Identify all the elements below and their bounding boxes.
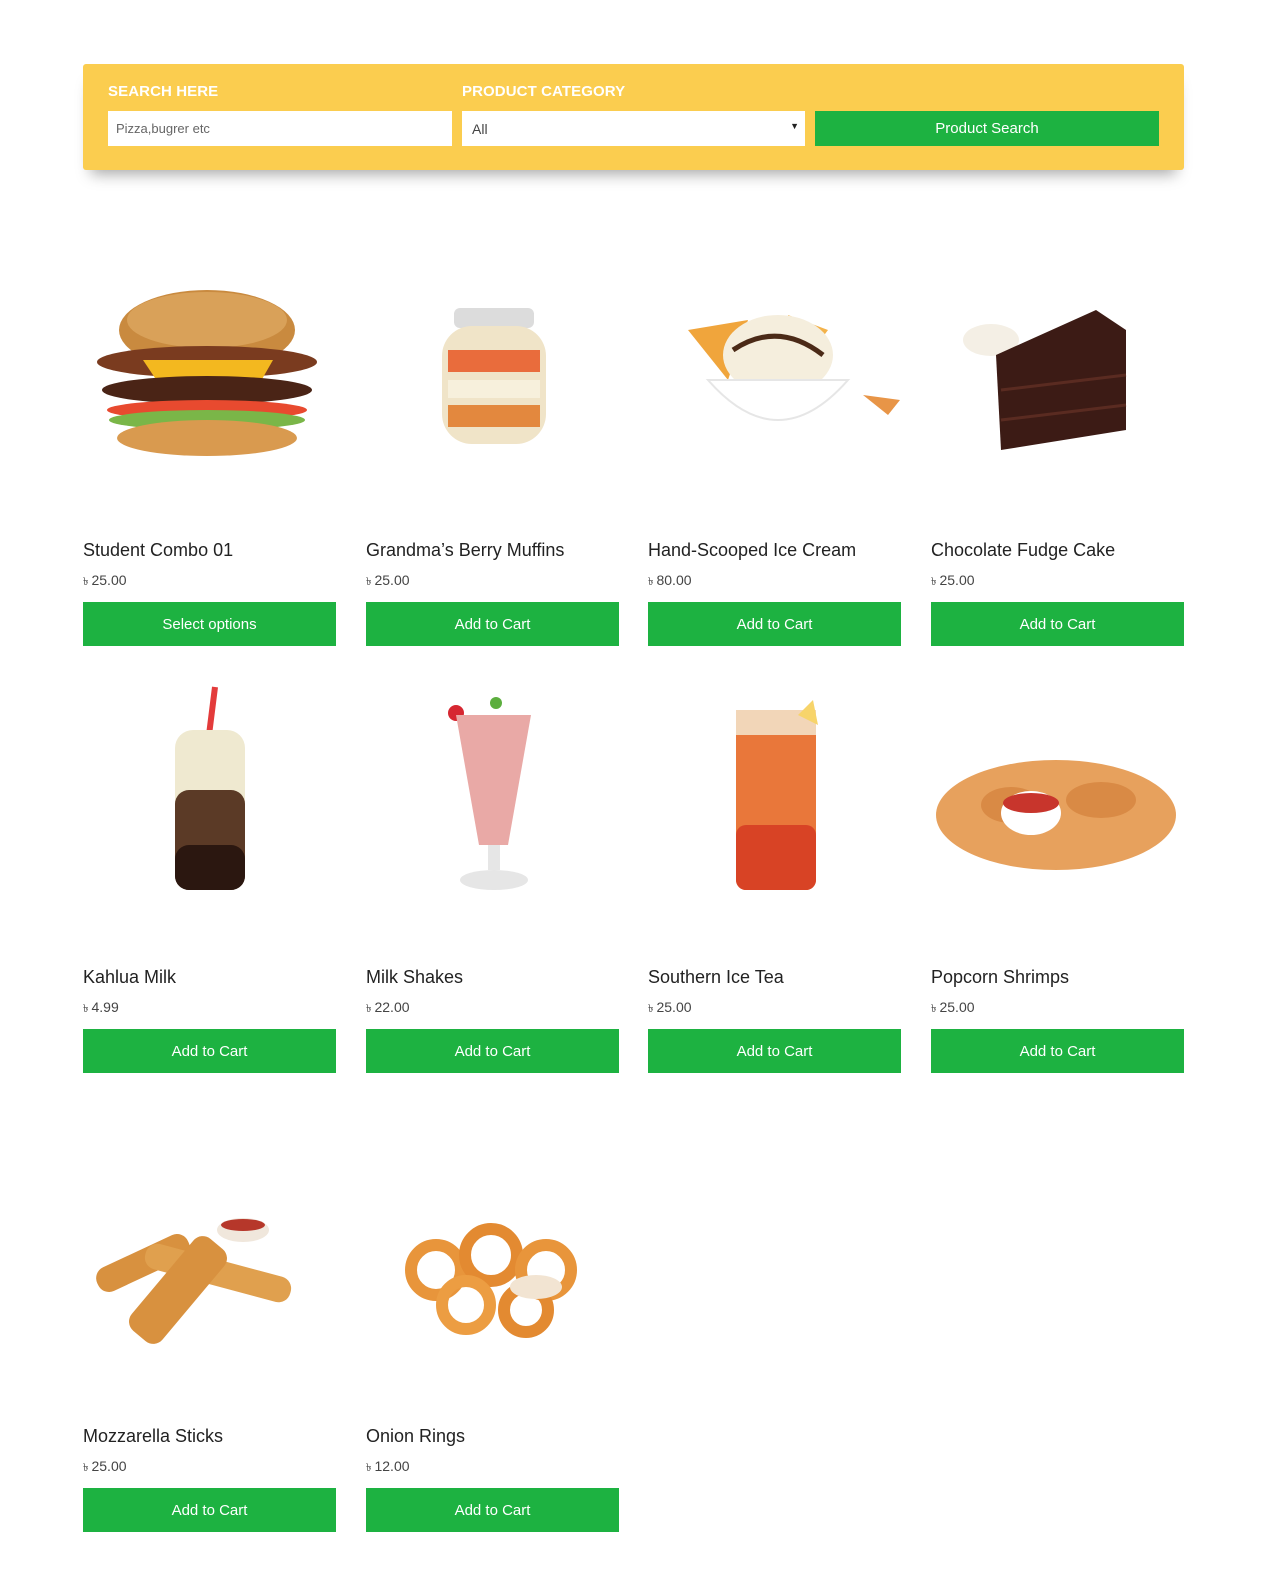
onion-rings-image — [405, 1223, 577, 1338]
add-to-cart-button[interactable]: Add to Cart — [83, 1029, 336, 1073]
product-price: ৳ 25.00 — [83, 572, 127, 588]
product-price: ৳ 25.00 — [83, 1458, 127, 1474]
category-label: PRODUCT CATEGORY — [462, 83, 626, 100]
ice-cream-bowl-image — [688, 315, 900, 421]
category-selected-value: All — [472, 120, 488, 137]
category-select[interactable]: All ▼ — [462, 111, 805, 146]
search-panel: SEARCH HERE PRODUCT CATEGORY All ▼ Produ… — [83, 64, 1184, 170]
chocolate-cake-image — [963, 310, 1127, 450]
product-price: ৳ 4.99 — [83, 999, 119, 1015]
search-input[interactable] — [108, 111, 452, 146]
product-title[interactable]: Milk Shakes — [366, 967, 463, 988]
product-title[interactable]: Mozzarella Sticks — [83, 1426, 223, 1447]
product-title[interactable]: Student Combo 01 — [83, 540, 233, 561]
product-title[interactable]: Hand-Scooped Ice Cream — [648, 540, 856, 561]
ice-tea-image — [736, 700, 818, 890]
product-price: ৳ 25.00 — [648, 999, 692, 1015]
add-to-cart-button[interactable]: Add to Cart — [366, 1488, 619, 1532]
milkshake-image — [448, 697, 531, 890]
berry-jar-image — [442, 308, 546, 444]
product-price: ৳ 25.00 — [931, 999, 975, 1015]
product-price: ৳ 80.00 — [648, 572, 692, 588]
search-label: SEARCH HERE — [108, 83, 219, 100]
add-to-cart-button[interactable]: Add to Cart — [366, 1029, 619, 1073]
product-title[interactable]: Grandma’s Berry Muffins — [366, 540, 564, 561]
add-to-cart-button[interactable]: Add to Cart — [83, 1488, 336, 1532]
product-price: ৳ 25.00 — [366, 572, 410, 588]
add-to-cart-button[interactable]: Add to Cart — [648, 602, 901, 646]
product-price: ৳ 25.00 — [931, 572, 975, 588]
popcorn-shrimp-image — [936, 760, 1176, 870]
add-to-cart-button[interactable]: Add to Cart — [931, 602, 1184, 646]
add-to-cart-button[interactable]: Add to Cart — [648, 1029, 901, 1073]
product-title[interactable]: Kahlua Milk — [83, 967, 176, 988]
chevron-down-icon: ▼ — [790, 121, 799, 131]
mozzarella-sticks-image — [96, 1218, 292, 1344]
product-title[interactable]: Popcorn Shrimps — [931, 967, 1069, 988]
add-to-cart-button[interactable]: Add to Cart — [366, 602, 619, 646]
add-to-cart-button[interactable]: Add to Cart — [931, 1029, 1184, 1073]
product-title[interactable]: Onion Rings — [366, 1426, 465, 1447]
product-price: ৳ 22.00 — [366, 999, 410, 1015]
product-title[interactable]: Chocolate Fudge Cake — [931, 540, 1115, 561]
product-title[interactable]: Southern Ice Tea — [648, 967, 784, 988]
product-price: ৳ 12.00 — [366, 1458, 410, 1474]
kahlua-milk-image — [175, 686, 245, 890]
select-options-button[interactable]: Select options — [83, 602, 336, 646]
burger-image — [97, 290, 317, 456]
product-search-button[interactable]: Product Search — [815, 111, 1159, 146]
